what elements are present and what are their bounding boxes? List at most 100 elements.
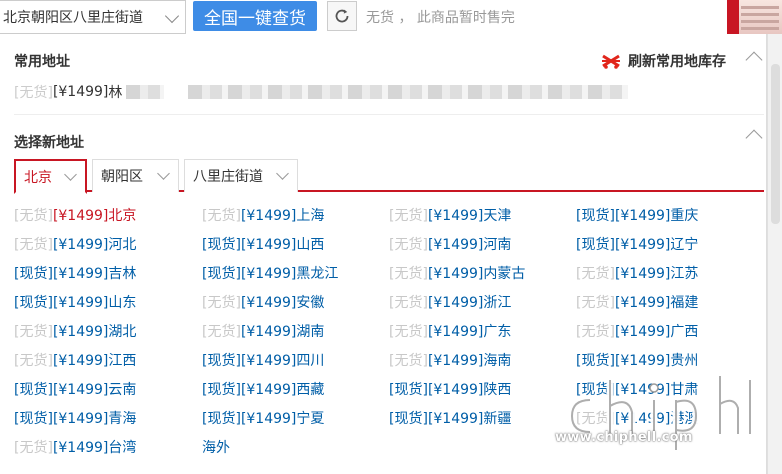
region-item[interactable]: [现货][¥1499]宁夏	[202, 408, 324, 428]
region-item[interactable]: [现货][¥1499]山西	[202, 234, 324, 254]
region-item[interactable]: [现货][¥1499]辽宁	[576, 234, 698, 254]
region-price: [¥1499]	[614, 208, 671, 224]
region-name: 西藏	[296, 382, 325, 398]
region-price: [¥1499]	[52, 411, 109, 427]
region-price: [¥1499]	[240, 295, 297, 311]
region-item[interactable]: [无货][¥1499]安徽	[202, 292, 324, 312]
region-stock-status: [现货]	[576, 208, 615, 224]
region-price: [¥1499]	[52, 295, 109, 311]
region-name: 河南	[483, 237, 512, 253]
region-item[interactable]: [无货][¥1499]浙江	[389, 292, 511, 312]
region-item[interactable]: [现货][¥1499]山东	[14, 292, 136, 312]
region-name: 四川	[296, 353, 325, 369]
new-address-title: 选择新地址	[14, 135, 84, 151]
region-item[interactable]: [现货][¥1499]新疆	[389, 408, 511, 428]
region-name: 江苏	[670, 266, 699, 282]
region-item[interactable]: [现货][¥1499]青海	[14, 408, 136, 428]
refresh-common-stock-label: 刷新常用地库存	[628, 54, 726, 70]
region-item[interactable]: [无货][¥1499]广东	[389, 321, 511, 341]
region-name: 福建	[670, 295, 699, 311]
ad-banner[interactable]	[727, 0, 782, 34]
refresh-icon	[335, 9, 349, 23]
region-item[interactable]: [现货][¥1499]甘肃	[576, 379, 698, 399]
region-price: [¥1499]	[427, 353, 484, 369]
region-stock-status: [无货]	[389, 295, 428, 311]
region-name: 宁夏	[296, 411, 325, 427]
region-stock-status: [无货]	[14, 440, 53, 456]
tab-province-label: 北京	[24, 169, 52, 186]
region-stock-status: [无货]	[14, 208, 53, 224]
collapse-icon[interactable]	[745, 129, 763, 147]
region-price: [¥1499]	[240, 324, 297, 340]
tab-street[interactable]: 八里庄街道	[184, 159, 298, 192]
tab-street-label: 八里庄街道	[193, 169, 263, 185]
redacted-block	[188, 85, 629, 99]
region-item[interactable]: [无货][¥1499]广西	[576, 321, 698, 341]
refresh-button[interactable]	[327, 1, 357, 31]
region-item[interactable]: [无货][¥1499]湖北	[14, 321, 136, 341]
address-popup: 常用地址 刷新常用地库存 [无货] [¥1499] 林 选择新地址 北京 朝阳区…	[0, 34, 767, 474]
region-item[interactable]: [现货][¥1499]陕西	[389, 379, 511, 399]
region-price: [¥1499]	[427, 208, 484, 224]
region-price: [¥1499]	[52, 353, 109, 369]
region-item[interactable]: [现货][¥1499]吉林	[14, 263, 136, 283]
region-price: [¥1499]	[52, 237, 109, 253]
region-stock-status: [无货]	[576, 324, 615, 340]
region-item[interactable]: [现货][¥1499]贵州	[576, 350, 698, 370]
watermark-url: www.chiphell.com	[555, 430, 693, 445]
common-address-item[interactable]: [无货] [¥1499] 林	[14, 82, 629, 102]
region-item[interactable]: [无货][¥1499]江西	[14, 350, 136, 370]
region-stock-status: [现货]	[576, 237, 615, 253]
check-stock-button[interactable]: 全国一键查货	[193, 1, 317, 31]
region-item[interactable]: [无货][¥1499]港澳	[576, 408, 698, 428]
refresh-store-icon	[602, 54, 620, 69]
region-item[interactable]: [无货][¥1499]台湾	[14, 437, 136, 457]
region-name: 北京	[108, 208, 137, 224]
region-price: [¥1499]	[614, 382, 671, 398]
region-price: [¥1499]	[427, 295, 484, 311]
scrollbar-thumb[interactable]	[771, 64, 780, 224]
region-stock-status: [无货]	[14, 353, 53, 369]
tab-province[interactable]: 北京	[14, 159, 87, 194]
address-dropdown[interactable]: 北京朝阳区八里庄街道	[0, 0, 186, 34]
region-item[interactable]: [现货][¥1499]西藏	[202, 379, 324, 399]
region-item[interactable]: [无货][¥1499]天津	[389, 205, 511, 225]
region-name: 云南	[108, 382, 137, 398]
region-name: 辽宁	[670, 237, 699, 253]
chevron-down-icon	[164, 8, 180, 24]
region-item[interactable]: [无货][¥1499]上海	[202, 205, 324, 225]
region-price: [¥1499]	[427, 324, 484, 340]
region-stock-status: [现货]	[14, 266, 53, 282]
region-stock-status: [无货]	[389, 208, 428, 224]
region-name: 广西	[670, 324, 699, 340]
region-stock-status: [无货]	[576, 266, 615, 282]
region-item[interactable]: [现货][¥1499]云南	[14, 379, 136, 399]
tab-district[interactable]: 朝阳区	[92, 159, 179, 192]
region-item[interactable]: [无货][¥1499]湖南	[202, 321, 324, 341]
region-stock-status: [现货]	[576, 382, 615, 398]
region-item[interactable]: [无货][¥1499]福建	[576, 292, 698, 312]
region-item[interactable]: [现货][¥1499]四川	[202, 350, 324, 370]
region-stock-status: [无货]	[202, 295, 241, 311]
region-name: 甘肃	[670, 382, 699, 398]
chevron-down-icon	[157, 167, 170, 180]
region-name: 天津	[483, 208, 512, 224]
region-item[interactable]: [现货][¥1499]黑龙江	[202, 263, 338, 283]
collapse-icon[interactable]	[745, 51, 763, 69]
region-item[interactable]: 海外	[202, 437, 230, 457]
region-item[interactable]: [现货][¥1499]重庆	[576, 205, 698, 225]
region-item[interactable]: [无货][¥1499]江苏	[576, 263, 698, 283]
region-name: 海外	[202, 440, 230, 456]
region-name: 港澳	[670, 411, 699, 427]
region-item[interactable]: [无货][¥1499]海南	[389, 350, 511, 370]
region-item[interactable]: [无货][¥1499]北京	[14, 205, 136, 225]
redacted-block	[126, 85, 165, 99]
region-item[interactable]: [无货][¥1499]河南	[389, 234, 511, 254]
region-name: 黑龙江	[296, 266, 339, 282]
region-item[interactable]: [无货][¥1499]内蒙古	[389, 263, 525, 283]
region-stock-status: [无货]	[389, 266, 428, 282]
refresh-common-stock-button[interactable]: 刷新常用地库存	[600, 51, 726, 71]
scrollbar[interactable]	[767, 34, 782, 474]
region-item[interactable]: [无货][¥1499]河北	[14, 234, 136, 254]
chevron-down-icon	[64, 168, 77, 181]
